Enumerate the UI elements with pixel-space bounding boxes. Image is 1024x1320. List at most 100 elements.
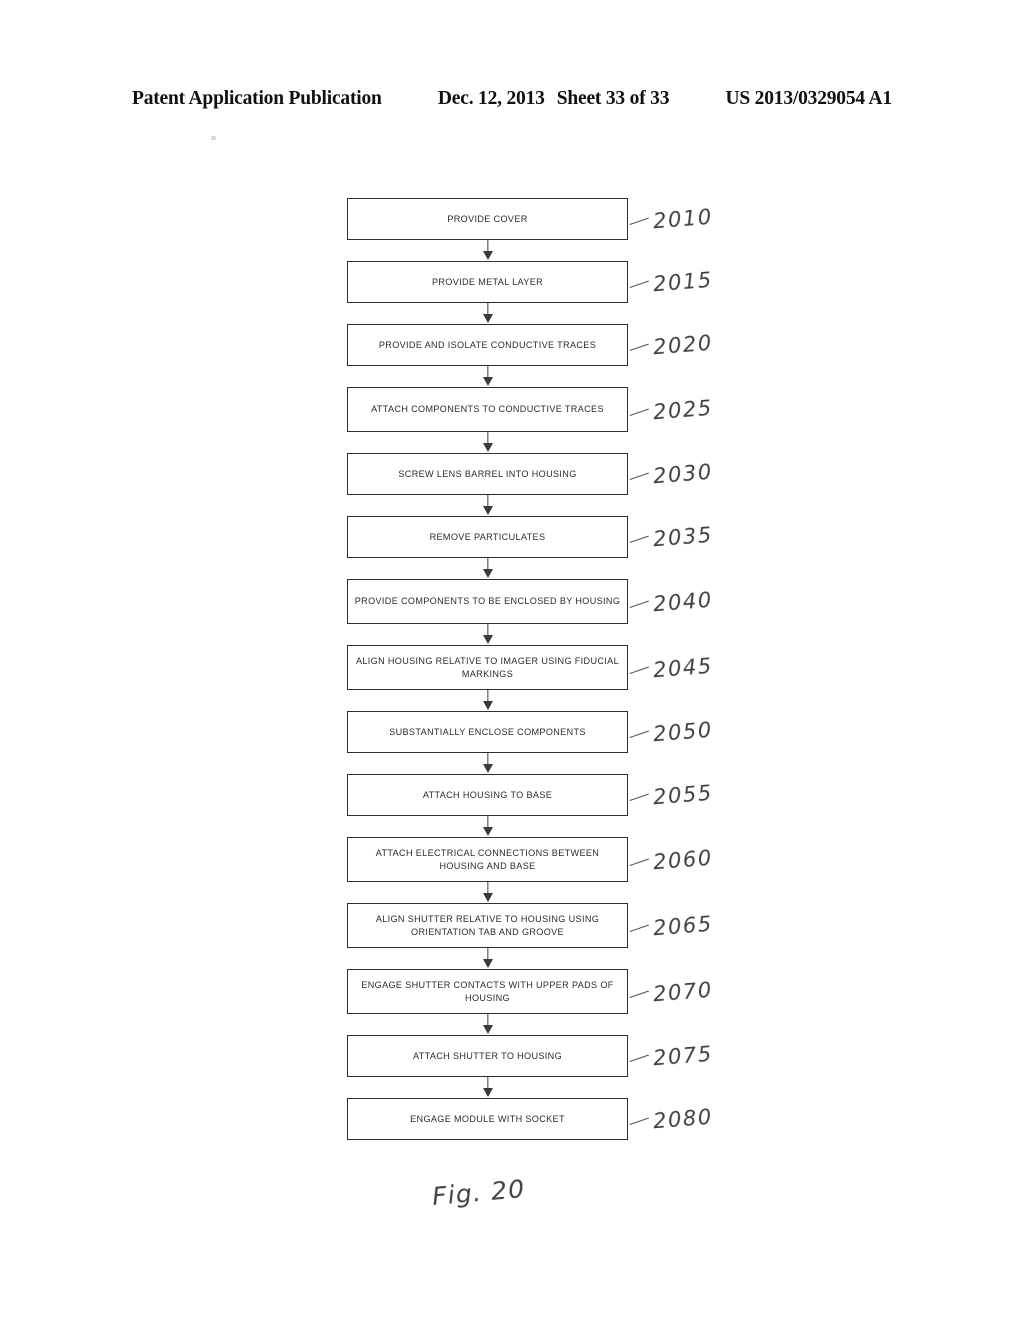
reference-numeral: 2060 [652, 845, 714, 874]
flow-step-label: SCREW LENS BARREL INTO HOUSING [398, 468, 577, 479]
reference-numeral: 2055 [652, 780, 714, 810]
flow-step-label: ALIGN SHUTTER RELATIVE TO HOUSING USING … [375, 914, 600, 937]
flow-step: ALIGN SHUTTER RELATIVE TO HOUSING USING … [347, 903, 714, 948]
flow-step-label: PROVIDE METAL LAYER [431, 276, 544, 287]
reference-numeral-callout: 2040 [626, 587, 714, 616]
leader-line [626, 720, 649, 738]
reference-numeral-callout: 2065 [626, 911, 714, 940]
reference-numeral: 2080 [652, 1104, 714, 1134]
scan-speck-artifact [211, 136, 216, 140]
page-header: Patent Application Publication Dec. 12, … [0, 84, 1024, 114]
flow-step-label: ENGAGE SHUTTER CONTACTS WITH UPPER PADS … [361, 980, 614, 1003]
flow-step-box: PROVIDE COVER [347, 198, 628, 240]
leader-line [626, 1044, 649, 1062]
reference-numeral: 2025 [652, 395, 714, 424]
leader-line [626, 333, 649, 351]
reference-numeral: 2065 [652, 911, 714, 940]
flow-step-box: REMOVE PARTICULATES [347, 516, 628, 558]
reference-numeral: 2070 [652, 977, 714, 1006]
leader-line [626, 270, 649, 288]
flow-connector-arrow [347, 495, 628, 516]
reference-numeral-callout: 2045 [626, 653, 714, 682]
leader-line [626, 979, 649, 998]
flow-step-label: ALIGN HOUSING RELATIVE TO IMAGER USING F… [355, 656, 620, 679]
flow-step-box: PROVIDE COMPONENTS TO BE ENCLOSED BY HOU… [347, 579, 628, 624]
arrowhead-down-icon [482, 251, 493, 260]
flow-connector-arrow [347, 753, 628, 774]
leader-line [626, 783, 649, 801]
reference-numeral-callout: 2050 [626, 717, 714, 747]
leader-line [626, 462, 649, 480]
reference-numeral: 2035 [652, 522, 714, 552]
leader-line [626, 397, 649, 416]
arrowhead-down-icon [482, 506, 493, 515]
flow-connector-arrow [347, 432, 628, 453]
figure-caption: Fig. 20 [430, 1173, 527, 1212]
publication-number: US 2013/0329054 A1 [725, 88, 892, 109]
reference-numeral-callout: 2075 [626, 1041, 714, 1071]
flow-step: ATTACH COMPONENTS TO CONDUCTIVE TRACES 20… [347, 387, 714, 432]
leader-line [626, 525, 649, 543]
reference-numeral: 2050 [652, 717, 714, 747]
flow-step-box: ATTACH SHUTTER TO HOUSING [347, 1035, 628, 1077]
flow-step-box: SUBSTANTIALLY ENCLOSE COMPONENTS [347, 711, 628, 753]
flow-step: PROVIDE COVER 2010 [347, 198, 714, 240]
arrowhead-down-icon [482, 635, 493, 644]
publication-date: Dec. 12, 2013 [437, 88, 545, 109]
flow-step-label: ENGAGE MODULE WITH SOCKET [410, 1113, 565, 1124]
flow-step: PROVIDE AND ISOLATE CONDUCTIVE TRACES 202… [347, 324, 714, 366]
flow-step-box: ATTACH COMPONENTS TO CONDUCTIVE TRACES [347, 387, 628, 432]
flow-step-box: ENGAGE MODULE WITH SOCKET [347, 1098, 628, 1140]
reference-numeral: 2075 [652, 1041, 714, 1071]
reference-numeral-callout: 2070 [626, 977, 714, 1006]
arrowhead-down-icon [482, 314, 493, 323]
flow-step-label: ATTACH COMPONENTS TO CONDUCTIVE TRACES [371, 404, 604, 415]
reference-numeral-callout: 2055 [626, 780, 714, 810]
flow-step: ENGAGE SHUTTER CONTACTS WITH UPPER PADS … [347, 969, 714, 1014]
arrowhead-down-icon [482, 1025, 493, 1034]
flow-step: ATTACH ELECTRICAL CONNECTIONS BETWEEN HO… [347, 837, 714, 882]
flow-connector-arrow [347, 303, 628, 324]
flow-connector-arrow [347, 948, 628, 969]
publication-label: Patent Application Publication [132, 88, 382, 109]
arrowhead-down-icon [482, 569, 493, 578]
reference-numeral: 2010 [652, 204, 714, 234]
arrowhead-down-icon [482, 443, 493, 452]
flow-step: SCREW LENS BARREL INTO HOUSING 2030 [347, 453, 714, 495]
reference-numeral: 2020 [652, 330, 714, 360]
flow-step-label: ATTACH ELECTRICAL CONNECTIONS BETWEEN HO… [375, 848, 600, 871]
flow-step-box: SCREW LENS BARREL INTO HOUSING [347, 453, 628, 495]
reference-numeral-callout: 2080 [626, 1104, 714, 1134]
reference-numeral: 2040 [652, 587, 714, 616]
flow-step-label: ATTACH HOUSING TO BASE [422, 789, 553, 800]
flow-connector-arrow [347, 240, 628, 261]
flow-step-box: ALIGN SHUTTER RELATIVE TO HOUSING USING … [347, 903, 628, 948]
arrowhead-down-icon [482, 827, 493, 836]
flow-step-box: PROVIDE METAL LAYER [347, 261, 628, 303]
flow-step-box: ALIGN HOUSING RELATIVE TO IMAGER USING F… [347, 645, 628, 690]
flow-step-label: PROVIDE COMPONENTS TO BE ENCLOSED BY HOU… [354, 596, 621, 607]
flow-connector-arrow [347, 1014, 628, 1035]
flow-step-label: REMOVE PARTICULATES [429, 531, 546, 542]
flow-connector-arrow [347, 882, 628, 903]
arrowhead-down-icon [482, 1088, 493, 1097]
leader-line [626, 1107, 649, 1125]
reference-numeral-callout: 2010 [626, 204, 714, 234]
leader-line [626, 207, 649, 225]
reference-numeral-callout: 2025 [626, 395, 714, 424]
arrowhead-down-icon [482, 893, 493, 902]
flow-step: ENGAGE MODULE WITH SOCKET 2080 [347, 1098, 714, 1140]
flow-step: ATTACH HOUSING TO BASE 2055 [347, 774, 714, 816]
flow-step: ATTACH SHUTTER TO HOUSING 2075 [347, 1035, 714, 1077]
flow-step-box: ATTACH ELECTRICAL CONNECTIONS BETWEEN HO… [347, 837, 628, 882]
flow-connector-arrow [347, 816, 628, 837]
arrowhead-down-icon [482, 764, 493, 773]
flow-step-label: PROVIDE AND ISOLATE CONDUCTIVE TRACES [378, 339, 597, 350]
flow-step: SUBSTANTIALLY ENCLOSE COMPONENTS 2050 [347, 711, 714, 753]
reference-numeral: 2030 [652, 459, 714, 489]
leader-line [626, 655, 649, 674]
arrowhead-down-icon [482, 377, 493, 386]
arrowhead-down-icon [482, 959, 493, 968]
flow-connector-arrow [347, 1077, 628, 1098]
flow-step: PROVIDE METAL LAYER 2015 [347, 261, 714, 303]
